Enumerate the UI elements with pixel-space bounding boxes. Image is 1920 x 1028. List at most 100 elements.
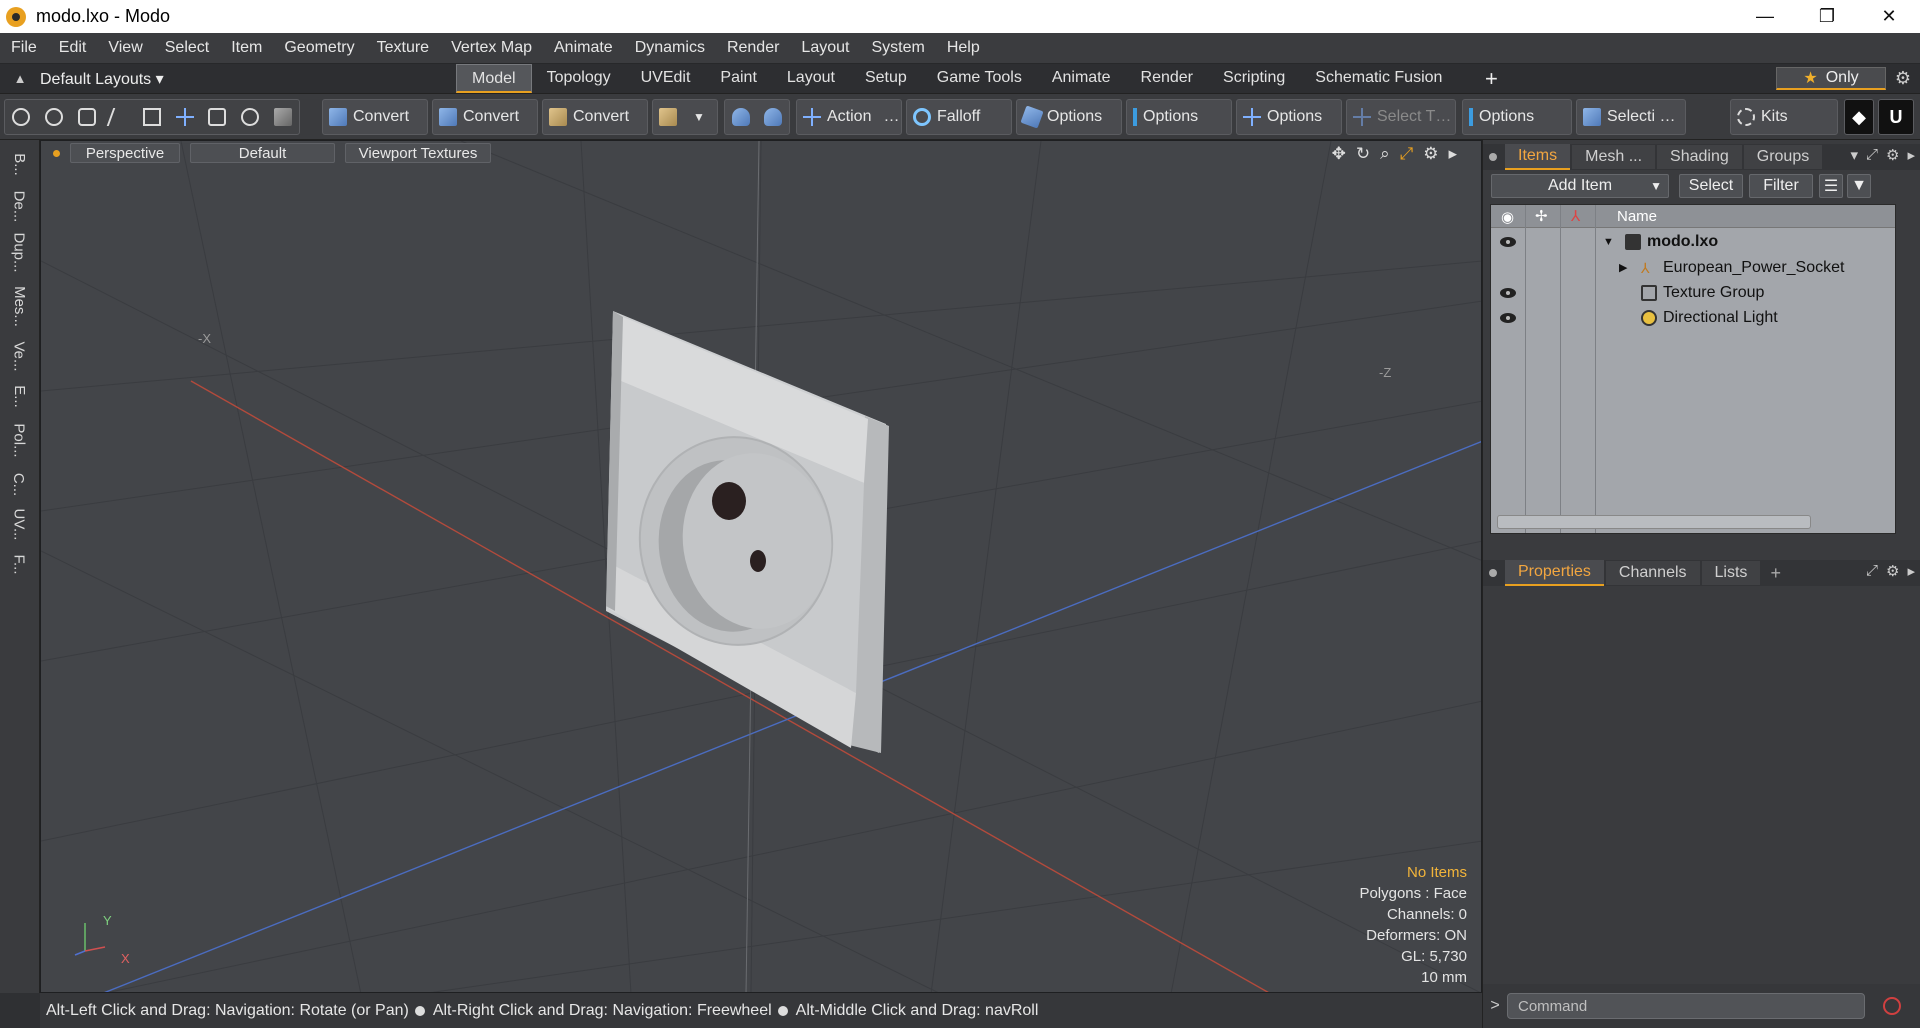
primitive-dropdown[interactable]: ▼ bbox=[652, 99, 718, 135]
tool-tab-vertex[interactable]: Ve... bbox=[6, 336, 32, 376]
options-button-4[interactable]: Options bbox=[1462, 99, 1572, 135]
tab-schematic-fusion[interactable]: Schematic Fusion bbox=[1300, 64, 1457, 93]
tab-scripting[interactable]: Scripting bbox=[1208, 64, 1300, 93]
mesh-item-icon[interactable] bbox=[273, 108, 292, 126]
panel-arrow-icon[interactable]: ▸ bbox=[1907, 146, 1915, 164]
list-item-european-power-socket[interactable]: ▶ ⅄ European_Power_Socket bbox=[1491, 255, 1895, 280]
auto-select-icon[interactable] bbox=[240, 108, 259, 126]
kits-button[interactable]: Kits bbox=[1730, 99, 1838, 135]
menu-render[interactable]: Render bbox=[716, 39, 790, 57]
3d-viewport[interactable]: Perspective Default Viewport Textures ✥ … bbox=[40, 140, 1482, 993]
power-socket-model[interactable] bbox=[606, 311, 889, 753]
viewport-menu-dot-icon[interactable] bbox=[53, 149, 60, 157]
unity-button[interactable]: ◆ bbox=[1844, 99, 1874, 135]
pan-icon[interactable]: ✥ bbox=[1332, 144, 1346, 164]
tab-items[interactable]: Items bbox=[1505, 144, 1571, 170]
menu-help[interactable]: Help bbox=[936, 39, 991, 57]
select-through-button[interactable]: Select T… bbox=[1346, 99, 1456, 135]
list-item-modo-lxo[interactable]: ▼ modo.lxo bbox=[1491, 229, 1895, 254]
tab-render[interactable]: Render bbox=[1126, 64, 1208, 93]
add-item-button[interactable]: Add Item ▼ bbox=[1491, 174, 1669, 198]
menu-edit[interactable]: Edit bbox=[48, 39, 98, 57]
minimize-button[interactable]: — bbox=[1734, 0, 1796, 33]
horizontal-scrollbar[interactable] bbox=[1497, 515, 1811, 529]
filter-button[interactable]: Filter bbox=[1749, 174, 1813, 198]
visibility-eye-icon[interactable] bbox=[1500, 313, 1516, 323]
expand-panel-icon[interactable]: ⤢ bbox=[1866, 146, 1878, 164]
select-button[interactable]: Select bbox=[1679, 174, 1743, 198]
tool-tab-deform[interactable]: De... bbox=[6, 186, 32, 226]
add-tab-icon[interactable]: + bbox=[1485, 64, 1498, 93]
tool-tab-curve[interactable]: C... bbox=[6, 464, 32, 504]
tab-groups[interactable]: Groups bbox=[1743, 145, 1823, 169]
menu-geometry[interactable]: Geometry bbox=[273, 39, 365, 57]
tab-model[interactable]: Model bbox=[456, 64, 532, 93]
view-type-dropdown[interactable]: Perspective bbox=[70, 143, 180, 163]
convert-button-2[interactable]: Convert bbox=[432, 99, 538, 135]
action-center-button[interactable]: Action… bbox=[796, 99, 902, 135]
default-layouts-dropdown[interactable]: Default Layouts ▾ bbox=[40, 69, 164, 89]
edges-mode-icon[interactable] bbox=[44, 108, 63, 126]
record-macro-icon[interactable] bbox=[1883, 997, 1901, 1015]
visibility-eye-icon[interactable] bbox=[1500, 237, 1516, 247]
options-button-1[interactable]: Options bbox=[1016, 99, 1122, 135]
falloff-button[interactable]: Falloff bbox=[906, 99, 1012, 135]
panel-settings-gear-icon[interactable]: ⚙ bbox=[1886, 562, 1899, 580]
name-column-header[interactable]: Name bbox=[1617, 208, 1657, 225]
restore-button[interactable]: ❐ bbox=[1796, 0, 1858, 33]
menu-animate[interactable]: Animate bbox=[543, 39, 624, 57]
collapse-list-icon[interactable]: ☰ bbox=[1819, 174, 1843, 198]
panel-arrow-icon[interactable]: ▸ bbox=[1907, 562, 1915, 580]
options-button-3[interactable]: Options bbox=[1236, 99, 1342, 135]
rotate-icon[interactable]: ↻ bbox=[1356, 144, 1370, 164]
material-mode-icon[interactable] bbox=[107, 108, 132, 126]
convert-button-1[interactable]: Convert bbox=[322, 99, 428, 135]
close-button[interactable]: ✕ bbox=[1858, 0, 1920, 33]
add-tab-icon[interactable]: + bbox=[1770, 563, 1781, 584]
tool-tab-duplicate[interactable]: Dup... bbox=[6, 232, 32, 272]
panel-settings-gear-icon[interactable]: ⚙ bbox=[1886, 146, 1899, 164]
menu-layout[interactable]: Layout bbox=[790, 39, 860, 57]
tab-paint[interactable]: Paint bbox=[705, 64, 771, 93]
tool-tab-edge[interactable]: E... bbox=[6, 376, 32, 416]
only-button[interactable]: ★ Only bbox=[1776, 67, 1886, 90]
panel-menu-dot-icon[interactable] bbox=[1489, 153, 1497, 161]
viewport-textures-dropdown[interactable]: Viewport Textures bbox=[345, 143, 491, 163]
polygons-mode-icon[interactable] bbox=[77, 108, 96, 126]
options-button-2[interactable]: Options bbox=[1126, 99, 1232, 135]
menu-file[interactable]: File bbox=[0, 39, 48, 57]
tab-uvedit[interactable]: UVEdit bbox=[626, 64, 706, 93]
tool-tab-fusion[interactable]: F... bbox=[6, 544, 32, 584]
tab-lists[interactable]: Lists bbox=[1701, 561, 1761, 585]
list-item-texture-group[interactable]: Texture Group bbox=[1491, 280, 1895, 305]
chevron-down-icon[interactable]: ▾ bbox=[1850, 146, 1858, 164]
convert-button-3[interactable]: Convert bbox=[542, 99, 648, 135]
maximize-icon[interactable]: ⤢ bbox=[1400, 144, 1414, 164]
command-input[interactable]: Command bbox=[1507, 993, 1865, 1019]
tab-mesh[interactable]: Mesh ... bbox=[1572, 145, 1656, 169]
vertices-mode-icon[interactable] bbox=[12, 108, 31, 126]
unreal-button[interactable]: U bbox=[1878, 99, 1914, 135]
menu-dynamics[interactable]: Dynamics bbox=[624, 39, 716, 57]
list-item-directional-light[interactable]: Directional Light bbox=[1491, 305, 1895, 330]
panel-menu-dot-icon[interactable] bbox=[1489, 569, 1497, 577]
viewport-menu-arrow-icon[interactable]: ▸ bbox=[1448, 144, 1457, 164]
collapse-triangle-icon[interactable]: ▼ bbox=[1603, 236, 1614, 248]
collapse-up-icon[interactable]: ▲ bbox=[0, 71, 40, 86]
tab-game-tools[interactable]: Game Tools bbox=[922, 64, 1037, 93]
symmetry-shield-icon[interactable] bbox=[732, 108, 750, 126]
items-mode-icon[interactable] bbox=[142, 108, 161, 126]
symmetry-shield-alt-icon[interactable] bbox=[764, 108, 782, 126]
center-mode-icon[interactable] bbox=[208, 108, 227, 126]
viewport-settings-gear-icon[interactable]: ⚙ bbox=[1423, 144, 1438, 164]
shading-style-dropdown[interactable]: Default bbox=[190, 143, 335, 163]
tab-channels[interactable]: Channels bbox=[1605, 561, 1700, 585]
menu-view[interactable]: View bbox=[97, 39, 153, 57]
tab-setup[interactable]: Setup bbox=[850, 64, 922, 93]
tab-properties[interactable]: Properties bbox=[1505, 560, 1604, 586]
tab-topology[interactable]: Topology bbox=[532, 64, 626, 93]
tool-tab-uv[interactable]: UV... bbox=[6, 504, 32, 544]
menu-select[interactable]: Select bbox=[154, 39, 220, 57]
tool-tab-basic[interactable]: B... bbox=[6, 144, 32, 184]
tool-tab-polygon[interactable]: Pol... bbox=[6, 420, 32, 460]
